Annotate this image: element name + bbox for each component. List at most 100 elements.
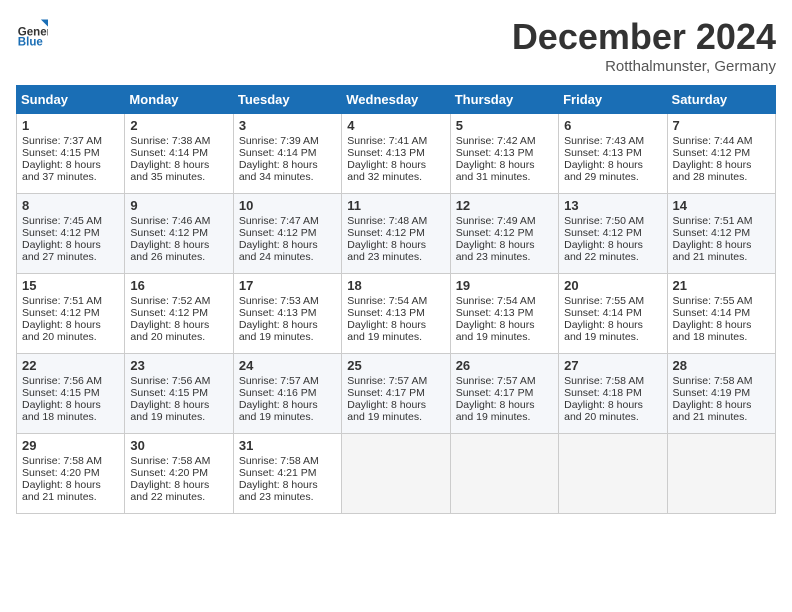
sunrise-text: Sunrise: 7:44 AM <box>673 135 770 147</box>
day-number: 20 <box>564 278 661 293</box>
day-number: 28 <box>673 358 770 373</box>
daylight-text: Daylight: 8 hours and 20 minutes. <box>564 399 661 423</box>
daylight-text: Daylight: 8 hours and 32 minutes. <box>347 159 444 183</box>
calendar-cell: 20Sunrise: 7:55 AMSunset: 4:14 PMDayligh… <box>559 274 667 354</box>
daylight-text: Daylight: 8 hours and 19 minutes. <box>347 319 444 343</box>
calendar-cell: 23Sunrise: 7:56 AMSunset: 4:15 PMDayligh… <box>125 354 233 434</box>
calendar-cell: 29Sunrise: 7:58 AMSunset: 4:20 PMDayligh… <box>17 434 125 514</box>
daylight-text: Daylight: 8 hours and 27 minutes. <box>22 239 119 263</box>
sunrise-text: Sunrise: 7:54 AM <box>347 295 444 307</box>
sunset-text: Sunset: 4:14 PM <box>564 307 661 319</box>
calendar-cell: 1 Sunrise: 7:37 AMSunset: 4:15 PMDaylight… <box>17 114 125 194</box>
sunrise-text: Sunrise: 7:47 AM <box>239 215 336 227</box>
day-number: 4 <box>347 118 444 133</box>
daylight-text: Daylight: 8 hours and 22 minutes. <box>564 239 661 263</box>
sunset-text: Sunset: 4:13 PM <box>347 147 444 159</box>
daylight-text: Daylight: 8 hours and 19 minutes. <box>564 319 661 343</box>
calendar-cell: 8Sunrise: 7:45 AMSunset: 4:12 PMDaylight… <box>17 194 125 274</box>
calendar-cell: 27 Sunrise: 7:58 AMSunset: 4:18 PMDayligh… <box>559 354 667 434</box>
sunrise-text: Sunrise: 7:51 AM <box>22 295 119 307</box>
day-number: 24 <box>239 358 336 373</box>
daylight-text: Daylight: 8 hours and 19 minutes. <box>456 319 553 343</box>
sunset-text: Sunset: 4:15 PM <box>22 147 119 159</box>
day-of-week-header: Tuesday <box>233 86 341 114</box>
day-number: 29 <box>22 438 119 453</box>
calendar-week-row: 29Sunrise: 7:58 AMSunset: 4:20 PMDayligh… <box>17 434 776 514</box>
calendar-cell: 15Sunrise: 7:51 AMSunset: 4:12 PMDayligh… <box>17 274 125 354</box>
sunrise-text: Sunrise: 7:58 AM <box>130 455 227 467</box>
day-number: 8 <box>22 198 119 213</box>
sunrise-text: Sunrise: 7:57 AM <box>456 375 553 387</box>
day-number: 25 <box>347 358 444 373</box>
daylight-text: Daylight: 8 hours and 29 minutes. <box>564 159 661 183</box>
calendar-cell <box>667 434 775 514</box>
sunset-text: Sunset: 4:14 PM <box>239 147 336 159</box>
day-number: 6 <box>564 118 661 133</box>
daylight-text: Daylight: 8 hours and 19 minutes. <box>456 399 553 423</box>
day-number: 13 <box>564 198 661 213</box>
sunrise-text: Sunrise: 7:39 AM <box>239 135 336 147</box>
daylight-text: Daylight: 8 hours and 37 minutes. <box>22 159 119 183</box>
calendar-cell <box>450 434 558 514</box>
calendar-cell: 28Sunrise: 7:58 AMSunset: 4:19 PMDayligh… <box>667 354 775 434</box>
daylight-text: Daylight: 8 hours and 34 minutes. <box>239 159 336 183</box>
calendar-cell: 18Sunrise: 7:54 AMSunset: 4:13 PMDayligh… <box>342 274 450 354</box>
sunset-text: Sunset: 4:12 PM <box>564 227 661 239</box>
calendar-week-row: 22Sunrise: 7:56 AMSunset: 4:15 PMDayligh… <box>17 354 776 434</box>
sunrise-text: Sunrise: 7:50 AM <box>564 215 661 227</box>
sunrise-text: Sunrise: 7:49 AM <box>456 215 553 227</box>
calendar-cell: 24Sunrise: 7:57 AMSunset: 4:16 PMDayligh… <box>233 354 341 434</box>
day-number: 2 <box>130 118 227 133</box>
day-number: 26 <box>456 358 553 373</box>
sunrise-text: Sunrise: 7:58 AM <box>564 375 661 387</box>
day-number: 17 <box>239 278 336 293</box>
sunrise-text: Sunrise: 7:37 AM <box>22 135 119 147</box>
location-title: Rotthalmunster, Germany <box>512 58 776 75</box>
title-area: December 2024 Rotthalmunster, Germany <box>512 16 776 75</box>
sunset-text: Sunset: 4:18 PM <box>564 387 661 399</box>
calendar-cell: 16Sunrise: 7:52 AMSunset: 4:12 PMDayligh… <box>125 274 233 354</box>
sunset-text: Sunset: 4:16 PM <box>239 387 336 399</box>
sunset-text: Sunset: 4:12 PM <box>22 307 119 319</box>
sunrise-text: Sunrise: 7:57 AM <box>347 375 444 387</box>
day-number: 27 <box>564 358 661 373</box>
sunrise-text: Sunrise: 7:46 AM <box>130 215 227 227</box>
day-number: 30 <box>130 438 227 453</box>
daylight-text: Daylight: 8 hours and 23 minutes. <box>347 239 444 263</box>
daylight-text: Daylight: 8 hours and 19 minutes. <box>347 399 444 423</box>
sunset-text: Sunset: 4:12 PM <box>347 227 444 239</box>
calendar-week-row: 8Sunrise: 7:45 AMSunset: 4:12 PMDaylight… <box>17 194 776 274</box>
sunrise-text: Sunrise: 7:56 AM <box>130 375 227 387</box>
calendar-cell: 10Sunrise: 7:47 AMSunset: 4:12 PMDayligh… <box>233 194 341 274</box>
day-of-week-header: Monday <box>125 86 233 114</box>
calendar-cell <box>342 434 450 514</box>
sunrise-text: Sunrise: 7:58 AM <box>22 455 119 467</box>
day-number: 1 <box>22 118 119 133</box>
sunset-text: Sunset: 4:14 PM <box>673 307 770 319</box>
daylight-text: Daylight: 8 hours and 18 minutes. <box>673 319 770 343</box>
calendar-cell: 13 Sunrise: 7:50 AMSunset: 4:12 PMDayligh… <box>559 194 667 274</box>
day-number: 3 <box>239 118 336 133</box>
day-of-week-header: Saturday <box>667 86 775 114</box>
sunset-text: Sunset: 4:12 PM <box>673 147 770 159</box>
day-number: 23 <box>130 358 227 373</box>
calendar-cell: 26Sunrise: 7:57 AMSunset: 4:17 PMDayligh… <box>450 354 558 434</box>
daylight-text: Daylight: 8 hours and 26 minutes. <box>130 239 227 263</box>
daylight-text: Daylight: 8 hours and 31 minutes. <box>456 159 553 183</box>
day-number: 15 <box>22 278 119 293</box>
sunset-text: Sunset: 4:19 PM <box>673 387 770 399</box>
day-number: 9 <box>130 198 227 213</box>
sunrise-text: Sunrise: 7:43 AM <box>564 135 661 147</box>
sunrise-text: Sunrise: 7:48 AM <box>347 215 444 227</box>
daylight-text: Daylight: 8 hours and 24 minutes. <box>239 239 336 263</box>
calendar-cell: 21Sunrise: 7:55 AMSunset: 4:14 PMDayligh… <box>667 274 775 354</box>
logo: General Blue <box>16 16 48 48</box>
day-number: 16 <box>130 278 227 293</box>
day-number: 14 <box>673 198 770 213</box>
sunset-text: Sunset: 4:20 PM <box>22 467 119 479</box>
day-of-week-header: Friday <box>559 86 667 114</box>
sunrise-text: Sunrise: 7:57 AM <box>239 375 336 387</box>
day-number: 19 <box>456 278 553 293</box>
sunset-text: Sunset: 4:12 PM <box>239 227 336 239</box>
daylight-text: Daylight: 8 hours and 21 minutes. <box>673 399 770 423</box>
